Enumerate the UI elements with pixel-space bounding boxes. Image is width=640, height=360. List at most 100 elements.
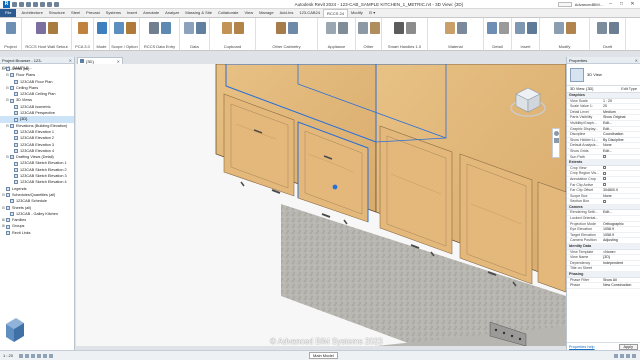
ribbon-tab[interactable]: Manage bbox=[256, 9, 276, 17]
ribbon-tab[interactable]: Annotate bbox=[140, 9, 162, 17]
select-underlay-icon[interactable] bbox=[620, 353, 624, 358]
ribbon-tab[interactable]: File bbox=[0, 9, 17, 17]
tool-button-icon[interactable] bbox=[233, 22, 244, 34]
navigation-bar[interactable] bbox=[552, 128, 560, 158]
temporary-hide-icon[interactable] bbox=[49, 353, 54, 358]
edit-type-button[interactable]: Edit Type bbox=[621, 87, 637, 91]
project-browser-close-button[interactable]: ✕ bbox=[69, 57, 74, 63]
ribbon-tab[interactable]: Precast bbox=[83, 9, 103, 17]
properties-close-button[interactable]: ✕ bbox=[635, 57, 640, 63]
tool-button-icon[interactable] bbox=[514, 22, 525, 34]
tool-button-icon[interactable] bbox=[96, 22, 107, 34]
property-value[interactable]: Edit... bbox=[601, 127, 640, 132]
ribbon-tab[interactable]: Add-Ins bbox=[277, 9, 297, 17]
tool-button-icon[interactable] bbox=[337, 22, 348, 34]
user-name[interactable]: AdvancedBIM... bbox=[575, 2, 603, 7]
tool-button-icon[interactable] bbox=[47, 22, 58, 34]
view-tab-close-button[interactable]: ✕ bbox=[117, 59, 122, 64]
tool-button-icon[interactable] bbox=[113, 22, 124, 34]
property-value[interactable]: Show Original bbox=[601, 115, 640, 120]
tool-button-icon[interactable] bbox=[221, 22, 232, 34]
print-icon[interactable] bbox=[40, 1, 45, 7]
tool-button-icon[interactable] bbox=[325, 22, 336, 34]
property-value[interactable] bbox=[601, 166, 640, 171]
property-value[interactable]: <None> bbox=[601, 250, 640, 255]
tool-button-icon[interactable] bbox=[275, 22, 286, 34]
property-value[interactable]: 1 : 20 bbox=[601, 99, 640, 104]
select-pinned-icon[interactable] bbox=[626, 353, 630, 358]
maximize-button[interactable]: □ bbox=[618, 1, 625, 7]
search-input[interactable] bbox=[557, 1, 572, 7]
property-value[interactable] bbox=[601, 199, 640, 204]
tool-button-icon[interactable] bbox=[183, 22, 194, 34]
ribbon-tab[interactable]: RCCS 24 bbox=[323, 9, 348, 17]
property-value[interactable]: Medium bbox=[601, 110, 640, 115]
view-scale[interactable]: 1 : 20 bbox=[3, 353, 13, 358]
cabinet-model[interactable] bbox=[76, 64, 566, 346]
property-checkbox[interactable] bbox=[603, 166, 606, 170]
crop-view-icon[interactable] bbox=[43, 353, 48, 358]
ribbon-tab[interactable]: ⊡ ▾ bbox=[366, 9, 378, 17]
tool-button-icon[interactable] bbox=[456, 22, 467, 34]
tool-button-icon[interactable] bbox=[195, 22, 206, 34]
tool-button-icon[interactable] bbox=[357, 22, 368, 34]
property-value[interactable] bbox=[601, 183, 640, 188]
minimize-button[interactable]: – bbox=[607, 1, 614, 7]
instance-selector[interactable]: 3D View: {3D} Edit Type bbox=[567, 86, 640, 93]
select-links-icon[interactable] bbox=[614, 353, 618, 358]
tool-button-icon[interactable] bbox=[35, 22, 46, 34]
ribbon-tab[interactable]: Insert bbox=[124, 9, 140, 17]
property-value[interactable]: 1058.9 bbox=[601, 233, 640, 238]
save-icon[interactable] bbox=[19, 1, 24, 7]
type-selector[interactable]: 3D View bbox=[567, 64, 640, 86]
ribbon-tab[interactable]: Collaborate bbox=[215, 9, 241, 17]
property-value[interactable]: Adjusting bbox=[601, 238, 640, 243]
property-value[interactable]: Edit... bbox=[601, 121, 640, 126]
property-value[interactable]: Orthographic bbox=[601, 222, 640, 227]
tool-button-icon[interactable] bbox=[565, 22, 576, 34]
property-value[interactable] bbox=[601, 177, 640, 182]
revit-logo-icon[interactable]: R bbox=[3, 0, 10, 8]
ribbon-tab[interactable]: Steel bbox=[68, 9, 83, 17]
open-icon[interactable] bbox=[12, 1, 17, 7]
zoom-icon[interactable] bbox=[553, 138, 559, 143]
viewcube[interactable] bbox=[508, 82, 548, 122]
property-value[interactable]: {3D} bbox=[601, 255, 640, 260]
tool-button-icon[interactable] bbox=[148, 22, 159, 34]
tool-button-icon[interactable] bbox=[596, 22, 607, 34]
filter-icon[interactable] bbox=[632, 353, 636, 358]
ribbon-tab[interactable]: Modify bbox=[348, 9, 366, 17]
tool-button-icon[interactable] bbox=[486, 22, 497, 34]
ribbon-tab[interactable]: Architecture bbox=[18, 9, 45, 17]
property-value[interactable]: Independent bbox=[601, 261, 640, 266]
tool-button-icon[interactable] bbox=[444, 22, 455, 34]
properties-help-link[interactable]: Properties help bbox=[569, 345, 595, 349]
property-checkbox[interactable] bbox=[603, 199, 606, 203]
property-checkbox[interactable] bbox=[603, 155, 606, 159]
tree-node[interactable]: Revit Links bbox=[0, 230, 74, 236]
tool-button-icon[interactable] bbox=[405, 22, 416, 34]
property-value[interactable]: New Construction bbox=[601, 283, 640, 288]
undo-icon[interactable] bbox=[26, 1, 31, 7]
property-value[interactable]: 304800.0 bbox=[601, 188, 640, 193]
property-value[interactable]: Coordination bbox=[601, 132, 640, 137]
property-value[interactable] bbox=[601, 266, 640, 271]
view-tab-3d[interactable]: {3D} ✕ bbox=[77, 57, 123, 64]
measure-icon[interactable] bbox=[47, 1, 52, 7]
steering-wheel-icon[interactable] bbox=[553, 131, 559, 136]
detail-level-icon[interactable] bbox=[19, 353, 24, 358]
tool-button-icon[interactable] bbox=[498, 22, 509, 34]
property-value[interactable]: None bbox=[601, 143, 640, 148]
main-model-dropdown[interactable]: Main Model bbox=[309, 352, 338, 359]
tool-button-icon[interactable] bbox=[160, 22, 171, 34]
ribbon-tab[interactable]: Analyze bbox=[162, 9, 182, 17]
property-value[interactable]: 20 bbox=[601, 104, 640, 109]
sun-path-icon[interactable] bbox=[31, 353, 36, 358]
property-checkbox[interactable] bbox=[603, 177, 606, 181]
tool-button-icon[interactable] bbox=[393, 22, 404, 34]
default-3d-view-icon[interactable] bbox=[54, 1, 59, 7]
ribbon-tab[interactable]: Structure bbox=[46, 9, 68, 17]
tool-button-icon[interactable] bbox=[608, 22, 619, 34]
ribbon-tab[interactable]: View bbox=[241, 9, 256, 17]
tool-button-icon[interactable] bbox=[553, 22, 564, 34]
